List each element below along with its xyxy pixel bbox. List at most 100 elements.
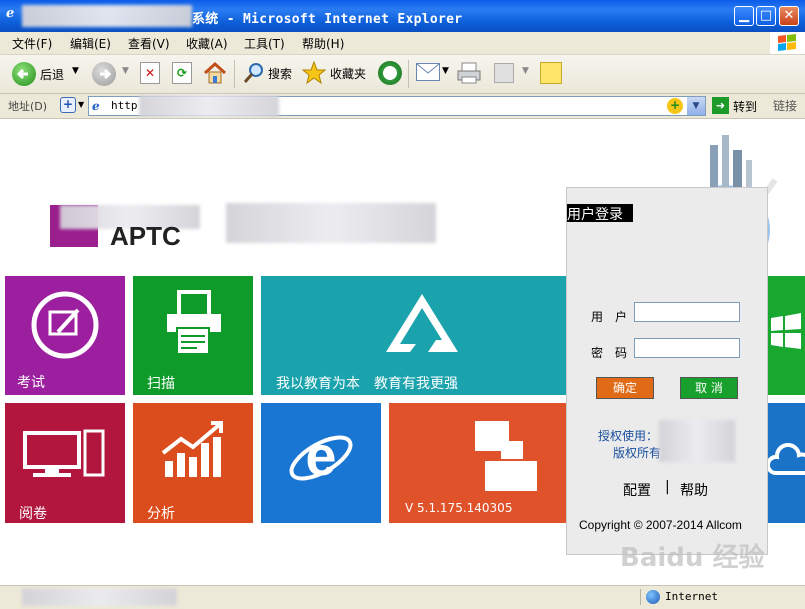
help-link[interactable]: 帮助 — [680, 480, 708, 500]
user-label: 用 户 — [591, 310, 628, 324]
block-icon-bottom — [485, 461, 537, 491]
favorites-button[interactable]: 收藏夹 — [302, 60, 372, 86]
block-icon-small — [501, 441, 523, 459]
minimize-button[interactable]: ▁ — [734, 6, 754, 26]
analysis-label: 分析 — [147, 506, 175, 522]
search-button[interactable]: 搜索 — [240, 60, 296, 86]
edit-icon[interactable] — [494, 63, 514, 83]
search-label: 搜索 — [268, 67, 293, 81]
login-heading: 用户登录 — [567, 207, 623, 223]
scanner-icon — [167, 290, 221, 355]
home-icon[interactable] — [202, 60, 228, 86]
menu-edit[interactable]: 编辑(E) — [70, 35, 111, 52]
window-title: 系统 - Microsoft Internet Explorer — [192, 12, 463, 27]
login-panel: 用户登录 用 户 密 码 确定 取 消 授权使用： 版权所有： 配置 | 帮助 … — [566, 187, 768, 555]
note-icon[interactable] — [540, 62, 562, 84]
version-label: V 5.1.175.140305 — [405, 501, 513, 515]
address-label: 地址(D) — [8, 100, 48, 113]
computer-icon — [23, 429, 105, 477]
favorites-label: 收藏夹 — [330, 67, 367, 81]
toolbar-separator — [234, 60, 235, 88]
internet-explorer-icon: e — [289, 424, 353, 487]
review-tile[interactable]: 阅卷 — [5, 403, 125, 523]
page-icon: ℯ — [92, 99, 100, 113]
redacted-status — [22, 588, 177, 606]
go-button[interactable]: ➜ 转到 — [710, 96, 762, 116]
globe-icon — [646, 590, 660, 604]
toolbar — [0, 55, 805, 94]
redacted-url — [139, 95, 279, 117]
go-arrow-icon: ➜ — [712, 97, 729, 114]
confirm-button[interactable]: 确定 — [596, 377, 654, 399]
watermark: Baidu 经验 — [620, 543, 765, 573]
star-icon — [302, 61, 326, 85]
toolbar-separator — [408, 60, 409, 88]
status-divider — [640, 589, 641, 605]
logo-text: APTC — [110, 221, 181, 251]
back-arrow-icon — [12, 62, 36, 86]
windows-logo-icon — [770, 32, 805, 54]
edit-dropdown-icon[interactable]: ▼ — [522, 66, 529, 76]
cancel-button[interactable]: 取 消 — [680, 377, 738, 399]
search-icon — [243, 63, 263, 83]
forward-dropdown-icon[interactable]: ▼ — [122, 66, 129, 76]
scan-label: 扫描 — [147, 376, 175, 392]
ie-tile[interactable]: e — [261, 403, 381, 523]
status-bar: Internet — [0, 585, 805, 609]
print-icon[interactable] — [456, 62, 482, 84]
config-link[interactable]: 配置 — [623, 480, 651, 500]
forward-button[interactable] — [92, 62, 116, 86]
menu-help[interactable]: 帮助(H) — [302, 35, 344, 52]
back-dropdown-icon: ▼ — [72, 66, 79, 76]
cloud-tile[interactable] — [767, 403, 805, 523]
menu-favorites[interactable]: 收藏(A) — [186, 35, 228, 52]
close-button[interactable]: ✕ — [779, 6, 799, 26]
mail-icon[interactable] — [416, 63, 440, 81]
go-label: 转到 — [733, 100, 758, 114]
exam-label: 考试 — [17, 375, 45, 391]
review-label: 阅卷 — [19, 506, 47, 522]
redacted-license — [659, 420, 735, 462]
exam-icon — [31, 291, 99, 359]
history-icon[interactable] — [378, 61, 402, 85]
copyright-text: Copyright © 2007-2014 Allcom — [579, 518, 742, 532]
redacted-title-prefix — [22, 5, 192, 27]
scan-tile[interactable]: 扫描 — [133, 276, 253, 395]
address-value: http — [111, 99, 138, 112]
maximize-button[interactable]: □ — [756, 6, 776, 26]
address-input[interactable]: ℯ http + ▼ — [88, 95, 706, 117]
stop-icon[interactable]: ✕ — [140, 62, 160, 84]
username-input[interactable] — [634, 302, 740, 322]
password-input[interactable] — [634, 338, 740, 358]
menu-file[interactable]: 文件(F) — [12, 35, 52, 52]
menu-bar: 文件(F) 编辑(E) 查看(V) 收藏(A) 工具(T) 帮助(H) — [0, 32, 805, 55]
cloud-icon — [767, 443, 805, 475]
brand-logo-icon — [386, 294, 458, 352]
menu-tools[interactable]: 工具(T) — [244, 35, 285, 52]
plus-icon[interactable]: + — [60, 97, 76, 113]
menu-view[interactable]: 查看(V) — [128, 35, 170, 52]
svg-text:e: e — [305, 424, 336, 487]
address-dropdown-button[interactable]: ▼ — [687, 97, 705, 115]
refresh-icon[interactable]: ⟳ — [172, 62, 192, 84]
link-divider: | — [665, 479, 670, 495]
windows-tile[interactable] — [767, 276, 805, 395]
slogan-tile[interactable]: 我以教育为本 教育有我更强 — [261, 276, 566, 395]
analysis-tile[interactable]: 分析 — [133, 403, 253, 523]
add-icon[interactable]: + — [667, 98, 683, 114]
zone-label: Internet — [665, 590, 718, 603]
slogan-label: 我以教育为本 教育有我更强 — [276, 376, 458, 392]
about-tile[interactable]: V 5.1.175.140305 — [389, 403, 566, 523]
exam-tile[interactable]: 考试 — [5, 276, 125, 395]
chart-icon — [161, 421, 223, 477]
plus-dropdown-icon[interactable]: ▼ — [78, 100, 84, 109]
mail-dropdown-icon[interactable]: ▼ — [442, 66, 449, 76]
title-bar: ℯ 系统 - Microsoft Internet Explorer ▁ □ ✕ — [0, 0, 805, 32]
redacted-system-name — [226, 203, 436, 243]
links-label[interactable]: 链接 — [773, 97, 797, 114]
back-button[interactable]: 后退 ▼ — [10, 61, 82, 87]
page-content: APTC 考试 扫描 我以教育为本 教育有我更强 阅卷 分析 e V 5.1.1… — [0, 119, 805, 585]
password-label: 密 码 — [591, 346, 628, 360]
licensed-to-label: 授权使用： — [598, 429, 659, 443]
back-label: 后退 — [40, 68, 65, 82]
